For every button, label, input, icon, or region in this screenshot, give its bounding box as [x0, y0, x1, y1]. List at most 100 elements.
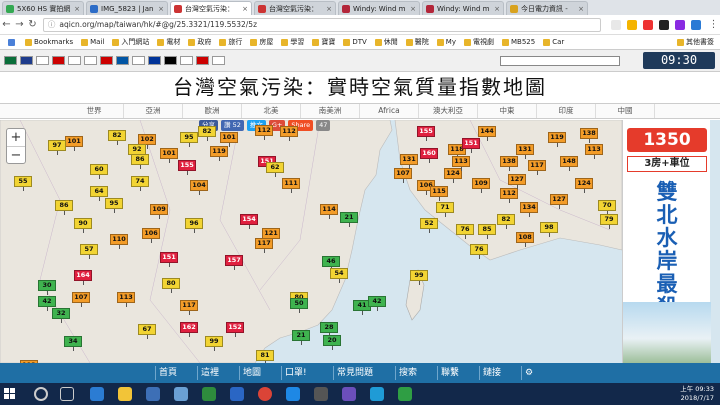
apps-icon[interactable] [8, 38, 17, 46]
close-icon[interactable]: × [158, 5, 164, 13]
aqi-marker[interactable]: 113 [452, 156, 470, 171]
aqi-marker[interactable]: 124 [444, 168, 462, 183]
aqi-marker[interactable]: 110 [110, 234, 128, 249]
aqi-marker[interactable]: 155 [417, 126, 435, 141]
close-icon[interactable]: × [326, 5, 332, 13]
aqi-marker[interactable]: 155 [178, 160, 196, 175]
reload-icon[interactable]: ↻ [26, 19, 39, 30]
bookmark-item[interactable]: 電材 [157, 37, 180, 47]
bookmark-item[interactable]: 入門網站 [112, 37, 149, 47]
aqi-marker[interactable]: 21 [292, 330, 310, 345]
bookmark-item[interactable]: My [436, 38, 456, 46]
aqi-marker[interactable]: 62 [266, 162, 284, 177]
language-flag-icon[interactable] [36, 56, 49, 65]
region-tab[interactable]: 歐洲 [183, 104, 242, 118]
extension-icon[interactable] [643, 19, 654, 30]
aqi-marker[interactable]: 97 [48, 140, 66, 155]
aqi-map[interactable]: 分享讚 52推文G+Share47 + − 821121128295101101… [0, 120, 720, 363]
aqi-marker[interactable]: 119 [210, 146, 228, 161]
bookmark-item[interactable]: 醫院 [405, 37, 429, 47]
extension-icon[interactable] [691, 19, 702, 30]
app-icon[interactable] [398, 387, 412, 401]
task-view-icon[interactable] [60, 387, 74, 401]
region-tab[interactable]: 中東 [478, 104, 537, 118]
store-icon[interactable] [146, 387, 160, 401]
region-tab[interactable]: 亞洲 [124, 104, 183, 118]
menu-icon[interactable]: ⋮ [707, 19, 720, 30]
aqi-marker[interactable]: 52 [420, 218, 438, 233]
aqi-marker[interactable]: 127 [508, 174, 526, 189]
close-icon[interactable]: × [410, 5, 416, 13]
aqi-marker[interactable]: 98 [540, 222, 558, 237]
bookmark-item[interactable]: DTV [343, 38, 367, 46]
share-button[interactable]: 讚 52 [221, 120, 244, 131]
aqi-marker[interactable]: 117 [255, 238, 273, 253]
folder-icon[interactable] [118, 387, 132, 401]
aqi-marker[interactable]: 151 [462, 138, 480, 153]
aqi-marker[interactable]: 131 [400, 154, 418, 169]
browser-tab[interactable]: 今日電力資訊 - × [506, 1, 588, 15]
aqi-marker[interactable]: 101 [160, 148, 178, 163]
aqi-marker[interactable]: 108 [516, 232, 534, 247]
region-tab[interactable]: 世界 [65, 104, 124, 118]
region-tab[interactable]: 中國 [596, 104, 655, 118]
language-flag-icon[interactable] [148, 56, 161, 65]
aqi-marker[interactable]: 99 [410, 270, 428, 285]
aqi-marker[interactable]: 107 [72, 292, 90, 307]
aqi-marker[interactable]: 86 [55, 200, 73, 215]
language-flag-icon[interactable] [132, 56, 145, 65]
aqi-marker[interactable]: 109 [150, 204, 168, 219]
app-icon[interactable] [314, 387, 328, 401]
nav-item[interactable]: 地圖 [239, 366, 261, 380]
region-tab[interactable]: Africa [360, 104, 419, 118]
browser-tab[interactable]: 台灣空氣污染： × [254, 1, 336, 15]
close-icon[interactable]: × [494, 5, 500, 13]
app-icon[interactable] [286, 387, 300, 401]
language-flag-icon[interactable] [212, 56, 225, 65]
aqi-marker[interactable]: 151 [160, 252, 178, 267]
chrome-icon[interactable] [258, 387, 272, 401]
aqi-marker[interactable]: 32 [52, 308, 70, 323]
url-input[interactable]: ⓘ aqicn.org/map/taiwan/hk/#@g/25.3321/11… [42, 17, 602, 32]
windows-start-icon[interactable] [4, 388, 16, 400]
aqi-marker[interactable]: 57 [80, 244, 98, 259]
aqi-marker[interactable]: 117 [180, 300, 198, 315]
browser-tab[interactable]: IMG_5823 | Jan × [86, 1, 168, 15]
language-flag-icon[interactable] [116, 56, 129, 65]
aqi-marker[interactable]: 96 [185, 218, 203, 233]
aqi-marker[interactable]: 42 [368, 296, 386, 311]
region-tab[interactable]: 澳大利亞 [419, 104, 478, 118]
app-icon[interactable] [342, 387, 356, 401]
zoom-in-button[interactable]: + [7, 129, 25, 147]
aqi-marker[interactable]: 42 [38, 296, 56, 311]
aqi-marker[interactable]: 85 [478, 224, 496, 239]
bookmark-item[interactable]: MB525 [501, 38, 535, 46]
aqi-marker[interactable]: 79 [600, 214, 618, 229]
share-button[interactable]: 47 [316, 120, 331, 131]
aqi-marker[interactable]: 127 [550, 194, 568, 209]
aqi-marker[interactable]: 82 [198, 126, 216, 141]
app-icon[interactable] [202, 387, 216, 401]
aqi-marker[interactable]: 109 [472, 178, 490, 193]
aqi-marker[interactable]: 50 [290, 298, 308, 313]
bookmark-item[interactable]: Bookmarks [25, 38, 73, 46]
aqi-marker[interactable]: 60 [90, 164, 108, 179]
aqi-marker[interactable]: 30 [38, 280, 56, 295]
edge-icon[interactable] [90, 387, 104, 401]
aqi-marker[interactable]: 124 [575, 178, 593, 193]
region-tab[interactable]: 南美洲 [301, 104, 360, 118]
search-icon[interactable] [34, 387, 48, 401]
close-icon[interactable]: × [74, 5, 80, 13]
app-icon[interactable] [370, 387, 384, 401]
aqi-marker[interactable]: 54 [330, 268, 348, 283]
zoom-out-button[interactable]: − [7, 147, 25, 165]
aqi-marker[interactable]: 76 [470, 244, 488, 259]
aqi-marker[interactable]: 154 [240, 214, 258, 229]
language-flag-icon[interactable] [68, 56, 81, 65]
aqi-marker[interactable]: 90 [74, 218, 92, 233]
aqi-marker[interactable]: 99 [205, 336, 223, 351]
nav-item[interactable]: 鏈接 [479, 366, 501, 380]
aqi-marker[interactable]: 34 [64, 336, 82, 351]
forward-icon[interactable]: → [13, 19, 26, 30]
browser-tab[interactable]: 5X60 HS 實拍網 × [2, 1, 84, 15]
